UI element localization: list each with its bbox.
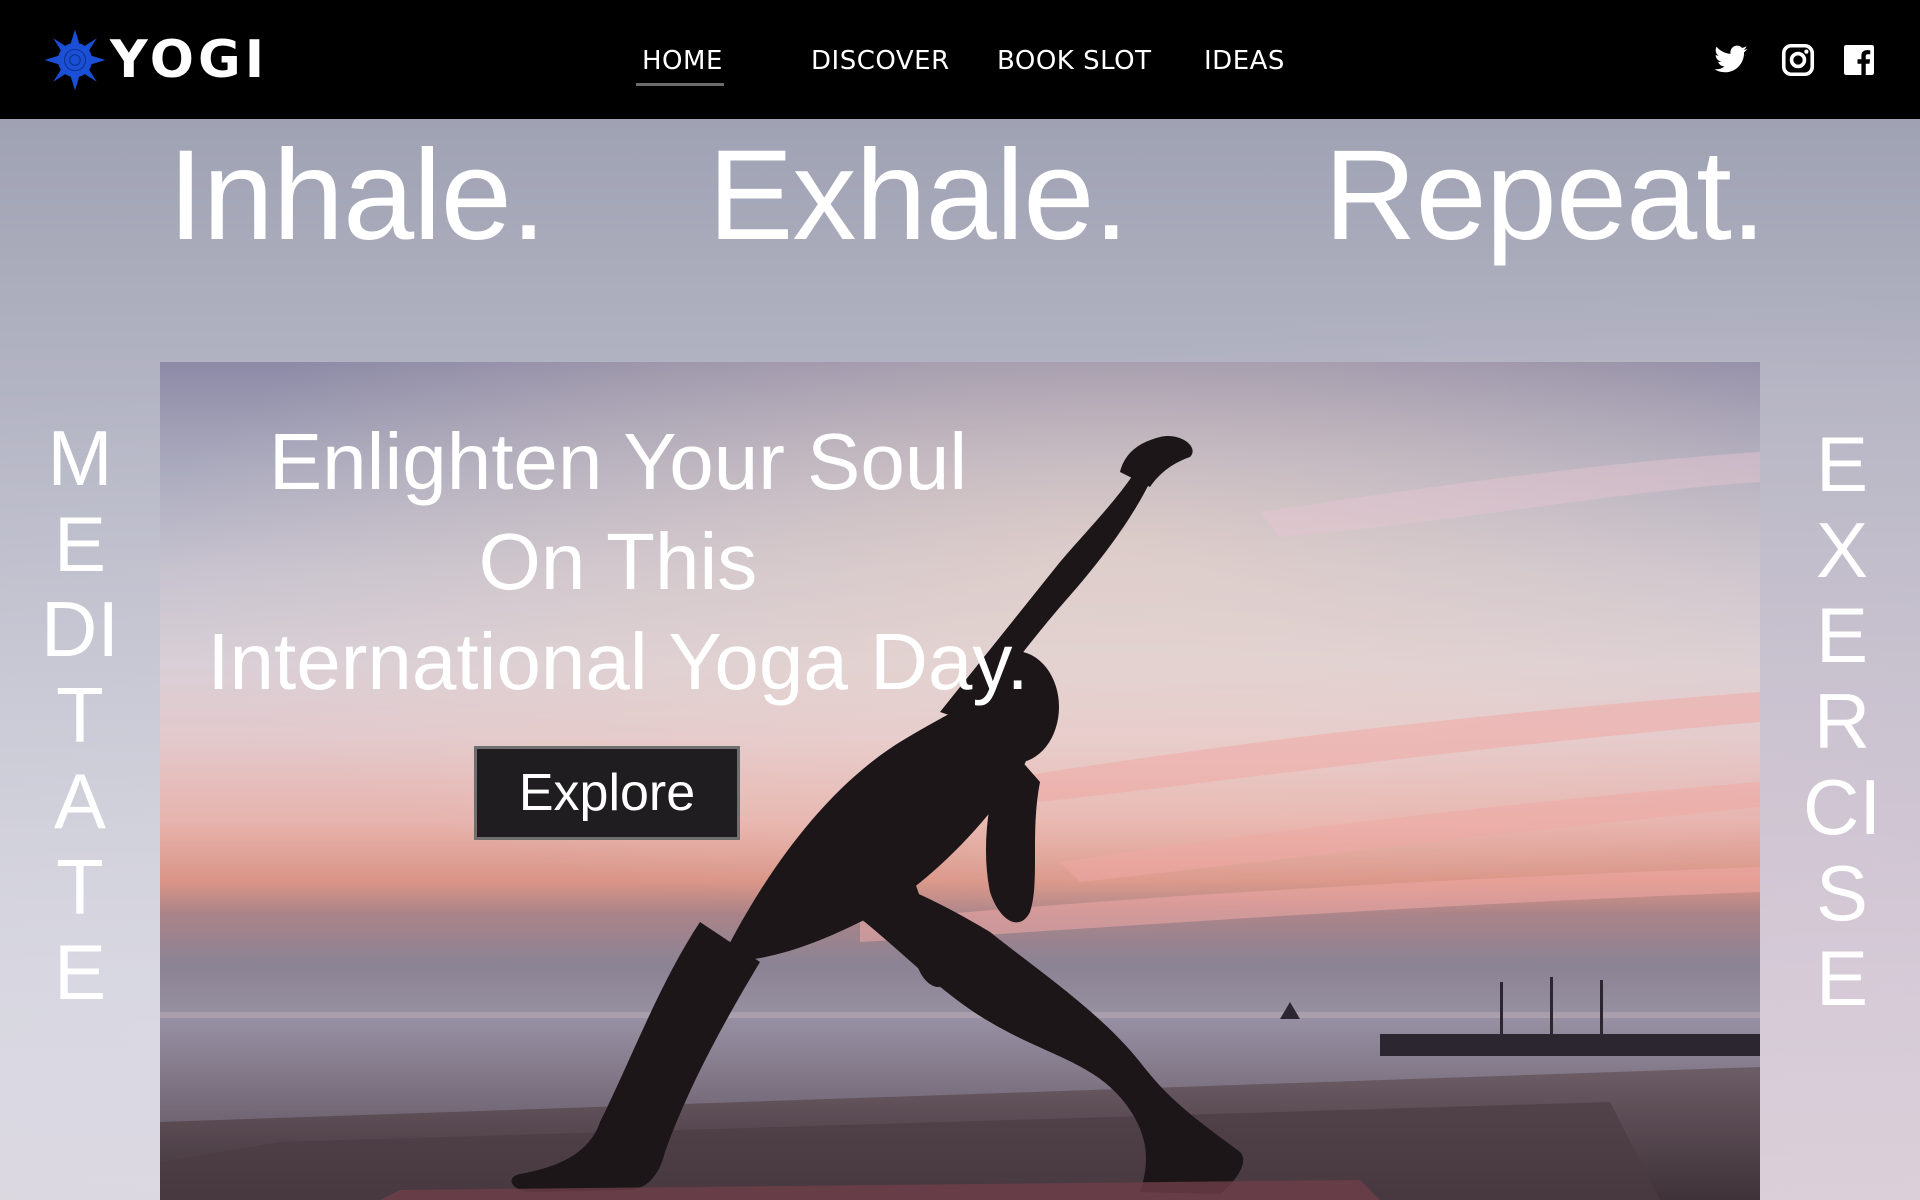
hero-headline-line-2: On This	[478, 517, 758, 606]
side-word-meditate: MEDITATE	[41, 414, 119, 1017]
lotus-star-icon	[44, 29, 106, 91]
tagline-inhale: Inhale.	[168, 124, 546, 267]
brand-logo[interactable]: YOGI	[42, 26, 268, 94]
nav-active-underline	[636, 83, 724, 86]
hero-banner: Enlighten Your Soul On This Internationa…	[160, 362, 1760, 1200]
hero-headline-line-1: Enlighten Your Soul	[268, 417, 968, 506]
nav-book-slot[interactable]: BOOK SLOT	[997, 44, 1152, 78]
facebook-icon[interactable]	[1840, 42, 1878, 78]
instagram-icon[interactable]	[1779, 42, 1817, 78]
twitter-icon[interactable]	[1712, 42, 1750, 78]
top-navbar: YOGI HOME DISCOVER BOOK SLOT IDEAS	[0, 0, 1920, 119]
hero-headline-line-3: International Yoga Day.	[207, 617, 1029, 706]
nav-discover[interactable]: DISCOVER	[811, 44, 950, 78]
brand-name: YOGI	[110, 30, 269, 90]
tagline-repeat: Repeat.	[1324, 124, 1766, 267]
nav-home[interactable]: HOME	[642, 44, 723, 78]
explore-button[interactable]: Explore	[474, 746, 740, 840]
side-word-exercise: EXERCISE	[1803, 420, 1881, 1023]
tagline-exhale: Exhale.	[708, 124, 1129, 267]
nav-ideas[interactable]: IDEAS	[1204, 44, 1285, 78]
